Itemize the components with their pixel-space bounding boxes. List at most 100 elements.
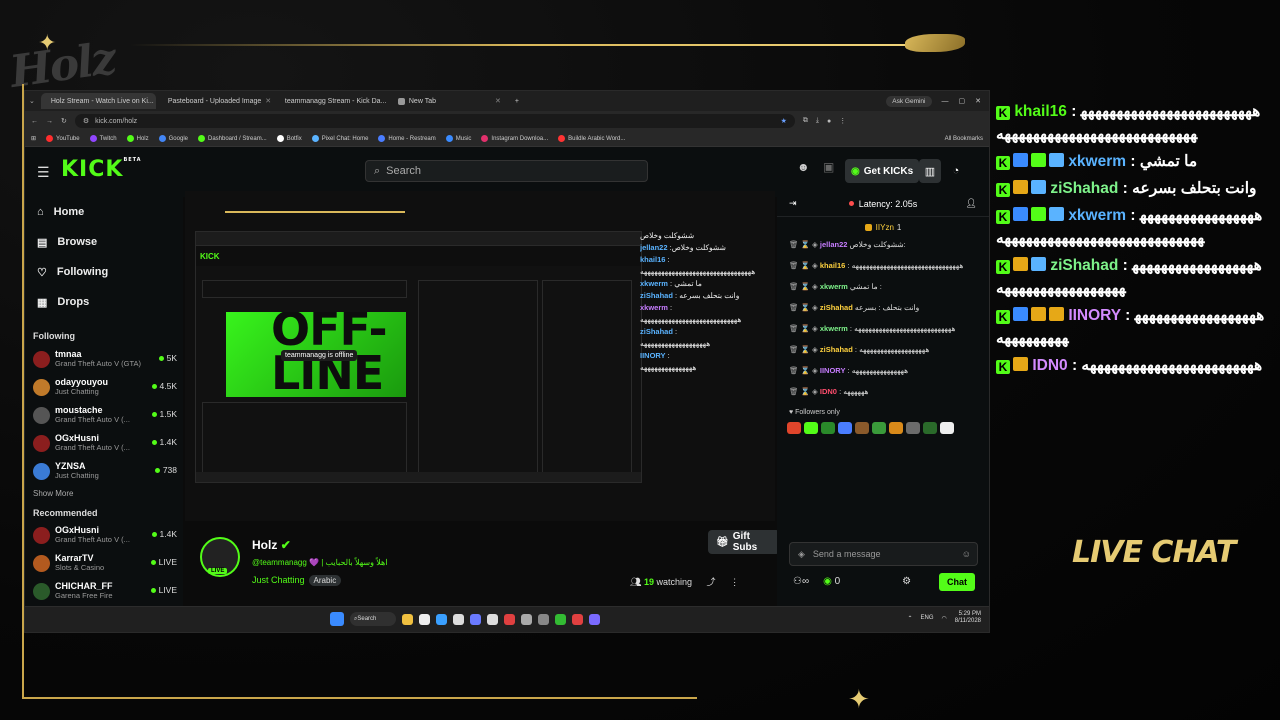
hamburger-menu-icon[interactable]: ☰ [37,164,50,181]
gift-subs-button[interactable]: 🎁︎ Gift Subs [708,530,780,554]
emote-icon[interactable] [855,422,869,434]
menu-icon[interactable]: ⋮ [839,117,846,125]
channel-name[interactable]: Holz ✔ [252,538,291,552]
emote-icon[interactable] [804,422,818,434]
chat-username[interactable]: jellan22 [820,240,848,249]
close-icon[interactable]: ✕ [975,97,981,105]
get-kicks-button[interactable]: ◉ Get KICKs [845,159,920,183]
tab-close-icon[interactable]: ✕ [495,97,501,105]
taskbar-app-icon[interactable] [589,613,600,625]
more-options-icon[interactable]: ⋮ [730,577,739,587]
download-icon[interactable]: ⤓ [816,117,819,125]
chat-message[interactable]: 🗑︎ ⌛ ◈ IINORY : هههههههههههههههه [777,363,989,378]
sidebar-item-drops[interactable]: ▦ Drops [25,287,183,317]
sidebar-item-browse[interactable]: ▤ Browse [25,227,183,257]
taskbar-search[interactable]: ⌕ Search [350,612,396,626]
followed-channel[interactable]: OGxHusni Grand Theft Auto V (... 1.4K [25,429,183,457]
browser-tab[interactable]: Pasteboard - Uploaded Image ✕ [158,93,273,109]
followed-channel[interactable]: odayyouyou Just Chatting 4.5K [25,373,183,401]
followed-channel[interactable]: YZNSA Just Chatting 738 [25,457,183,485]
chat-message[interactable]: 🗑︎ ⌛ ◈ ziShahad وانت بتحلف : بسرعه [777,300,989,315]
bookmark-item[interactable]: YouTube [46,135,80,142]
site-info-icon[interactable]: ⚙ [83,117,89,125]
taskbar-app-icon[interactable] [555,613,566,625]
emote-icon[interactable] [787,422,801,434]
mod-actions-icon[interactable]: 🗑︎ ⌛ ◈ [789,303,820,312]
reload-icon[interactable]: ↻ [61,117,67,125]
chat-send-button[interactable]: Chat [939,573,975,591]
apps-grid-icon[interactable]: ⊞ [31,135,36,142]
bookmark-item[interactable]: Holz [126,135,149,142]
followed-channel[interactable]: tmnaa Grand Theft Auto V (GTA) 5K [25,345,183,373]
followed-channel[interactable]: KarrarTV Slots & Casino LIVE [25,549,183,577]
followed-channel[interactable]: CHICHAR_FF Garena Free Fire LIVE [25,577,183,605]
bookmark-item[interactable]: Buildle Arabic Word... [558,135,625,142]
chat-message-input[interactable]: ◈ Send a message ☺ [789,542,978,566]
chat-message[interactable]: 🗑︎ ⌛ ◈ jellan22 ششوكلت وخلاص: [777,237,989,252]
drops-ghost-icon[interactable]: ☻ [797,160,810,174]
extensions-icon[interactable]: ⧉ [803,117,808,125]
chat-username[interactable]: ziShahad [820,345,853,354]
show-more-link[interactable]: Show More [25,489,183,498]
share-icon[interactable]: ⤴ [707,577,716,587]
taskbar-app-icon[interactable] [436,613,447,625]
mod-actions-icon[interactable]: 🗑︎ ⌛ ◈ [789,387,820,396]
tag-chip[interactable]: Arabic [308,575,342,586]
mod-actions-icon[interactable]: 🗑︎ ⌛ ◈ [789,240,820,249]
bookmark-item[interactable]: Instagram Downloa... [481,135,548,142]
collapse-chat-icon[interactable]: ⇥ [789,198,797,209]
emoji-icon[interactable]: ☺ [962,549,977,559]
bookmark-item[interactable]: Twitch [89,135,117,142]
taskbar-app-icon[interactable] [453,613,464,625]
taskbar-app-icon[interactable] [538,613,549,625]
sidebar-item-following[interactable]: ♡ Following [25,257,183,287]
taskbar-app-icon[interactable] [419,613,430,625]
emote-icon[interactable] [940,422,954,434]
wifi-icon[interactable]: ◠ [942,615,947,622]
infinity-icon[interactable]: ⚇∞ [793,576,809,587]
clock[interactable]: 5:29 PM 8/11/2028 [955,611,981,625]
mod-actions-icon[interactable]: 🗑︎ ⌛ ◈ [789,345,820,354]
tray-chevron-icon[interactable]: ⌃ [907,615,912,622]
maximize-icon[interactable]: ▢ [959,97,966,105]
bookmark-item[interactable]: Botfix [276,135,302,142]
forward-icon[interactable]: → [46,118,53,125]
chat-username[interactable]: IINORY [820,366,846,375]
mod-actions-icon[interactable]: 🗑︎ ⌛ ◈ [789,366,820,375]
profile-icon[interactable]: ● [827,118,831,125]
emote-icon[interactable] [872,422,886,434]
emote-icon[interactable] [821,422,835,434]
search-input[interactable]: ⌕ Search [365,160,648,182]
category-link[interactable]: Just Chatting [252,575,305,585]
all-bookmarks-button[interactable]: All Bookmarks [945,136,983,142]
sidebar-item-home[interactable]: ⌂ Home [25,197,183,227]
followed-channel[interactable]: moustache Grand Theft Auto V (... 1.5K [25,401,183,429]
ask-gemini-button[interactable]: Ask Gemini [886,95,932,107]
emote-icon[interactable] [838,422,852,434]
browser-tab[interactable]: teammanagg Stream - Kick Da...✕ [275,93,390,109]
gear-icon[interactable]: ⚙ [902,576,911,587]
chat-username[interactable]: xkwerm [820,324,848,333]
taskbar-app-icon[interactable] [402,613,413,625]
chat-username[interactable]: IDN0 [820,387,837,396]
language-indicator[interactable]: ENG [920,615,933,621]
emote-icon[interactable] [889,422,903,434]
chat-message[interactable]: 🗑︎ ⌛ ◈ ziShahad : هههههههههههههههههههه [777,342,989,357]
chat-message[interactable]: 🗑︎ ⌛ ◈ IDN0 : ههههههه [777,384,989,399]
theatre-mode-icon[interactable]: ▥ [919,159,941,183]
bookmark-star-icon[interactable]: ★ [781,117,795,125]
taskbar-app-icon[interactable] [504,613,515,625]
chat-message[interactable]: 🗑︎ ⌛ ◈ khail16 : ههههههههههههههههههههههه… [777,258,989,273]
user-menu-icon[interactable]: ◔ [945,159,967,183]
chat-message[interactable]: 🗑︎ ⌛ ◈ xkwerm : هههههههههههههههههههههههه… [777,321,989,336]
minimize-icon[interactable]: — [942,98,949,105]
bookmark-item[interactable]: Music [445,135,471,142]
new-tab-icon[interactable]: + [515,98,519,105]
bookmark-item[interactable]: Dashboard / Stream... [198,135,267,142]
chat-message[interactable]: 🗑︎ ⌛ ◈ xkwerm ما تمشي : [777,279,989,294]
taskbar-app-icon[interactable] [572,613,583,625]
taskbar-app-icon[interactable] [521,613,532,625]
browser-tab[interactable]: New Tab ✕ [392,93,507,109]
notifications-icon[interactable]: ▣ [823,160,834,174]
taskbar-app-icon[interactable] [487,613,498,625]
